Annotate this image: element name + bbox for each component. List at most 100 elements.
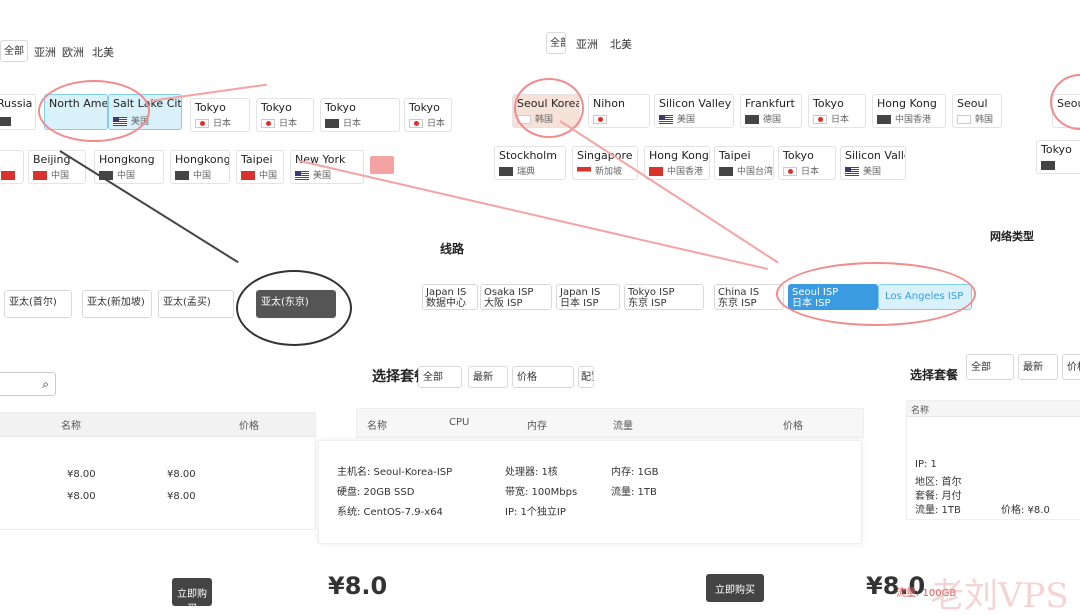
line-option-2[interactable]: Osaka ISP 大阪 ISP: [480, 284, 552, 310]
left-tab-asia[interactable]: 亚洲: [34, 44, 56, 60]
location-name: Tokyo: [409, 101, 440, 114]
left-location-hongkong-2[interactable]: Hongkong 中国: [170, 150, 230, 184]
table-cell: ¥8.00: [67, 469, 96, 480]
flag-icon: [241, 171, 255, 180]
annotation-arrow: [559, 120, 779, 264]
line-option-5[interactable]: China IS 东京 ISP: [714, 284, 784, 310]
left-region-singapore[interactable]: 亚太(新加坡): [82, 290, 152, 318]
location-country: 日本: [801, 167, 820, 177]
header-name: 名称: [911, 406, 930, 416]
right-location-nihon[interactable]: Nihon: [588, 94, 650, 128]
right-location-taipei[interactable]: Taipei 中国台湾: [714, 146, 774, 180]
lines-label: 线路: [440, 242, 465, 256]
right-location-hongkong-2[interactable]: Hong Kong 中国香港: [644, 146, 710, 180]
location-country: 日本: [427, 119, 446, 129]
location-country: 中国: [117, 171, 136, 181]
flag-icon: [0, 117, 11, 126]
line-option-4[interactable]: Tokyo ISP 东京 ISP: [624, 284, 704, 310]
detail-line: 流量: 1TB: [915, 505, 961, 516]
table-cell: ¥8.00: [167, 491, 196, 502]
flag-icon: [783, 167, 797, 176]
location-country: 中国: [259, 171, 278, 181]
right-filter-price[interactable]: 价格: [1062, 354, 1080, 380]
detail-line: 地区: 首尔: [915, 477, 962, 488]
line-name: Tokyo ISP: [628, 287, 675, 298]
location-country: 中国: [51, 171, 70, 181]
buy-button-left[interactable]: 立即购买: [172, 578, 212, 615]
line-name: Japan IS: [560, 287, 601, 298]
plans-filter-price[interactable]: 价格: [512, 366, 574, 388]
right-location-tokyo-3[interactable]: Tokyo: [1036, 140, 1080, 174]
location-country: 中国: [193, 171, 212, 181]
location-name: Hong Kong: [877, 97, 937, 110]
line-name: Japan IS: [426, 287, 467, 298]
detail-line: 流量: 1TB: [611, 487, 657, 498]
price-left: ¥8.0: [328, 572, 388, 600]
detail-line: 硬盘: 20GB SSD: [337, 487, 415, 498]
location-country: 韩国: [975, 115, 994, 125]
flag-icon: [649, 167, 663, 176]
location-name: Tokyo: [195, 101, 226, 114]
right-tab-na[interactable]: 北美: [610, 36, 632, 52]
right-tab-asia[interactable]: 亚洲: [576, 36, 598, 52]
location-name: Taipei: [241, 153, 273, 166]
line-name: Osaka ISP: [484, 287, 534, 298]
line-option-1[interactable]: Japan IS 数据中心: [422, 284, 478, 310]
right-filter-new[interactable]: 最新: [1018, 354, 1058, 380]
right-location-hongkong[interactable]: Hong Kong 中国香港: [872, 94, 946, 128]
table-header: 名称: [907, 401, 1080, 417]
flag-icon: [499, 167, 513, 176]
flag-icon: [577, 167, 591, 176]
line-sub: 东京 ISP: [628, 298, 667, 309]
right-location-stockholm[interactable]: Stockholm 瑞典: [494, 146, 566, 180]
flag-icon: [593, 115, 607, 124]
flag-icon: [719, 167, 733, 176]
location-country: 美国: [863, 167, 882, 177]
left-location-taipei[interactable]: Taipei 中国: [236, 150, 284, 184]
network-type-label: 网络类型: [990, 230, 1034, 243]
line-sub: 数据中心: [426, 298, 466, 309]
line-option-3[interactable]: Japan IS 日本 ISP: [556, 284, 620, 310]
table-header-name: 名称: [61, 421, 81, 432]
left-location-beijing[interactable]: Beijing 中国: [28, 150, 86, 184]
right-filter-all[interactable]: 全部: [966, 354, 1014, 380]
detail-line: 主机名: Seoul-Korea-ISP: [337, 467, 453, 478]
right-location-seoul-1[interactable]: Seoul 韩国: [952, 94, 1002, 128]
buy-button-right[interactable]: 立即购买: [706, 574, 764, 602]
detail-line: 价格: ¥8.0: [1001, 505, 1050, 516]
left-region-seoul[interactable]: 亚太(首尔): [4, 290, 72, 318]
plans-filter-all[interactable]: 全部: [418, 366, 462, 388]
left-search-box[interactable]: ⌕: [0, 372, 56, 396]
left-tab-europe[interactable]: 欧洲: [62, 44, 84, 60]
left-region-mumbai[interactable]: 亚太(孟买): [158, 290, 234, 318]
line-sub: 东京 ISP: [718, 298, 757, 309]
plans-filter-config[interactable]: 配置: [578, 366, 594, 388]
left-location-tokyo-4[interactable]: Tokyo 日本: [404, 98, 452, 132]
table-cell: ¥8.00: [167, 469, 196, 480]
flag-icon: [745, 115, 759, 124]
location-country: 美国: [677, 115, 696, 125]
right-location-silicon-valley-2[interactable]: Silicon Valley 美国: [840, 146, 906, 180]
left-location-tokyo-1[interactable]: Tokyo 日本: [190, 98, 250, 132]
left-tab-all[interactable]: 全部: [0, 40, 28, 62]
location-name: Tokyo: [325, 101, 356, 114]
flag-icon: [195, 119, 209, 128]
header-cpu: CPU: [449, 417, 470, 428]
right-tab-all[interactable]: 全部: [546, 32, 566, 54]
left-location-tokyo-3[interactable]: Tokyo 日本: [320, 98, 400, 132]
right-location-tokyo-2[interactable]: Tokyo 日本: [778, 146, 836, 180]
header-price: 价格: [783, 421, 803, 432]
flag-icon: [813, 115, 827, 124]
left-location-tokyo-2[interactable]: Tokyo 日本: [256, 98, 314, 132]
location-country: 美国: [313, 171, 332, 181]
right-location-frankfurt[interactable]: Frankfurt 德国: [740, 94, 802, 128]
left-location-partial[interactable]: [0, 150, 24, 184]
line-sub: 日本 ISP: [560, 298, 599, 309]
flag-icon: [1, 171, 15, 180]
right-location-tokyo[interactable]: Tokyo 日本: [808, 94, 866, 128]
right-location-silicon-valley[interactable]: Silicon Valley 美国: [654, 94, 734, 128]
left-location-russia[interactable]: Russia: [0, 94, 36, 130]
right-plans-title: 选择套餐: [910, 368, 959, 382]
left-tab-na[interactable]: 北美: [92, 44, 114, 60]
plans-filter-new[interactable]: 最新: [468, 366, 508, 388]
